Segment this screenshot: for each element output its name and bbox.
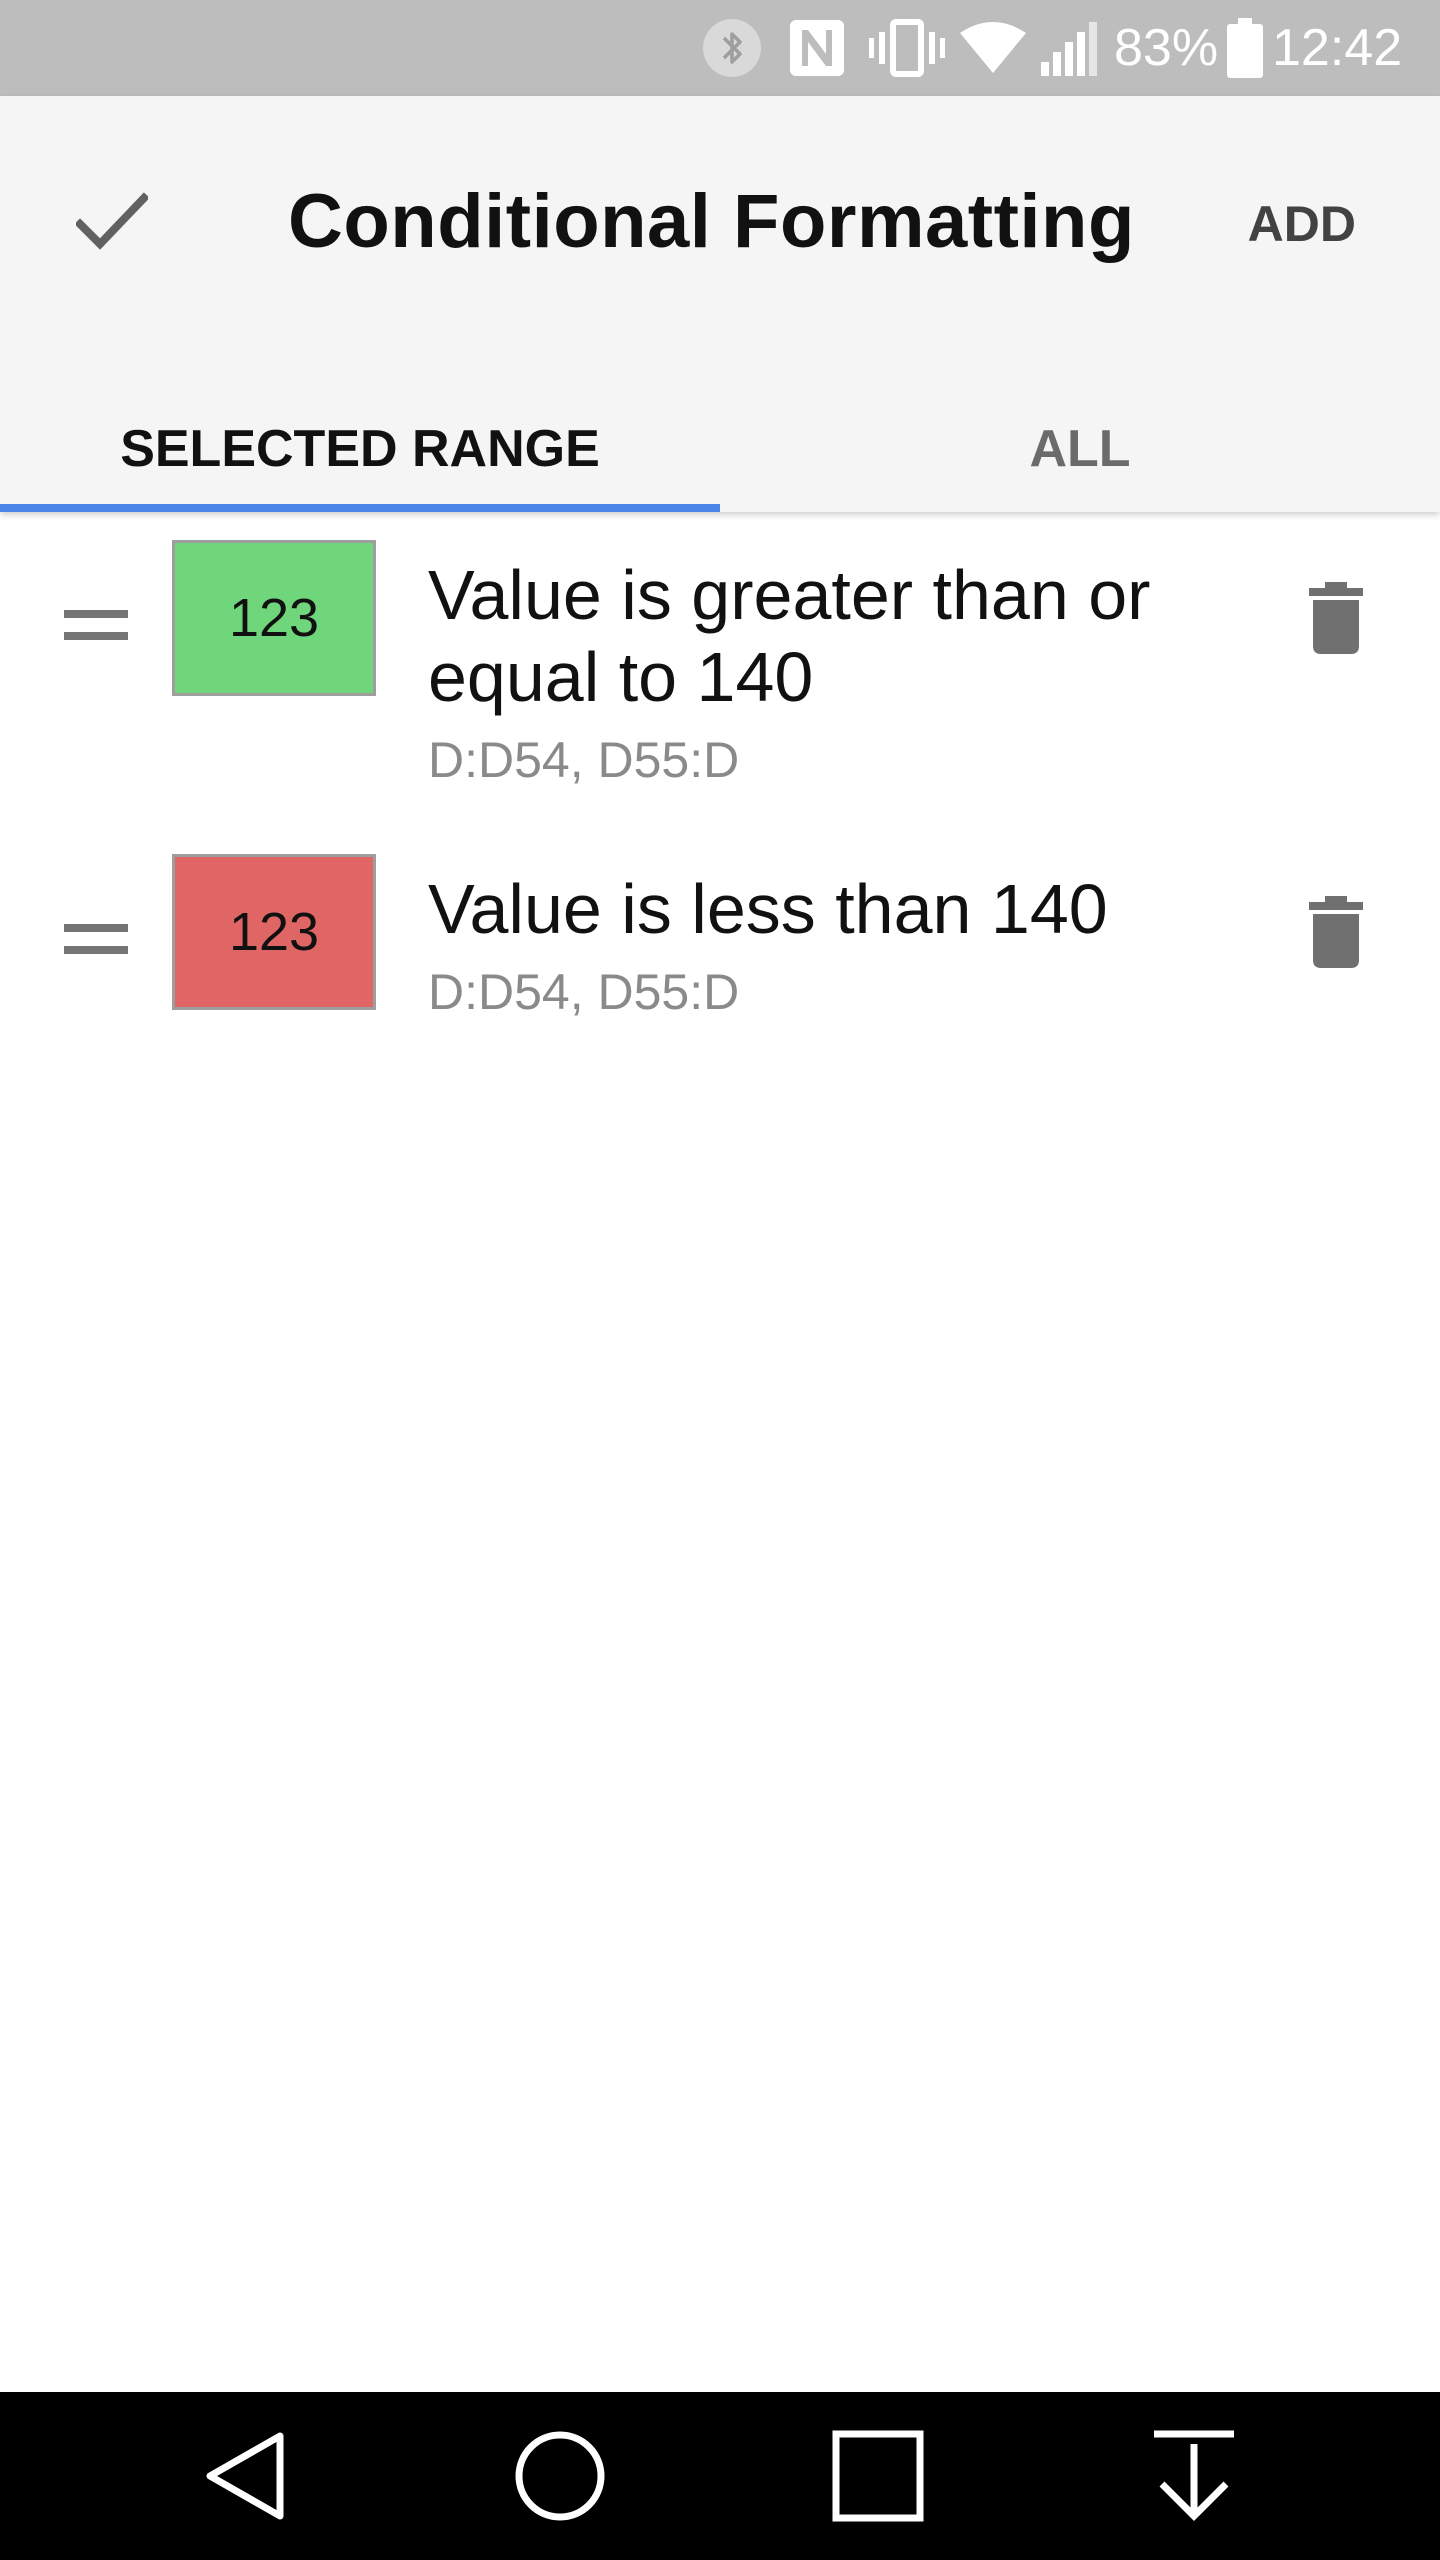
rule-condition: Value is greater than or equal to 140 [428, 556, 1151, 716]
bluetooth-icon [700, 0, 764, 96]
home-button[interactable] [496, 2412, 624, 2540]
check-icon [76, 192, 148, 250]
recents-icon [832, 2430, 924, 2522]
screen: 83% 12:42 Conditional Formatting ADD SEL… [0, 0, 1440, 2560]
battery-icon [1226, 0, 1264, 96]
list-item[interactable]: 123 Value is less than 140 D:D54, D55:D [0, 854, 1440, 1054]
nfc-icon [786, 0, 848, 96]
tab-bar: SELECTED RANGE ALL [0, 386, 1440, 512]
delete-button[interactable] [1290, 882, 1382, 982]
drag-handle-icon[interactable] [58, 596, 134, 656]
rule-condition: Value is less than 140 [428, 870, 1108, 948]
back-button[interactable] [180, 2412, 308, 2540]
tab-all[interactable]: ALL [720, 386, 1440, 512]
notification-pull-button[interactable] [1130, 2412, 1258, 2540]
recents-button[interactable] [814, 2412, 942, 2540]
back-icon [206, 2432, 284, 2520]
rule-range: D:D54, D55:D [428, 964, 740, 1020]
trash-icon [1309, 582, 1363, 654]
swatch-preview-text: 123 [228, 588, 320, 648]
list-item[interactable]: 123 Value is greater than or equal to 14… [0, 540, 1440, 810]
battery-percent: 83% [1114, 19, 1219, 77]
format-swatch[interactable]: 123 [172, 540, 376, 696]
wifi-icon [960, 0, 1026, 96]
format-swatch[interactable]: 123 [172, 854, 376, 1010]
done-button[interactable] [56, 166, 168, 278]
rule-range: D:D54, D55:D [428, 732, 740, 788]
clock: 12:42 [1272, 19, 1403, 77]
delete-button[interactable] [1290, 568, 1382, 668]
rule-text: Value is greater than or equal to 140 D:… [428, 554, 1208, 790]
active-tab-indicator [0, 504, 720, 512]
trash-icon [1309, 896, 1363, 968]
notification-pull-icon [1154, 2430, 1234, 2521]
signal-icon [1040, 0, 1098, 96]
add-rule-button[interactable]: ADD [1248, 176, 1356, 272]
vibrate-icon [868, 0, 946, 96]
rule-text: Value is less than 140 D:D54, D55:D [428, 868, 1208, 1022]
status-bar: 83% 12:42 [0, 0, 1440, 96]
drag-handle-icon[interactable] [58, 910, 134, 970]
tab-selected-range[interactable]: SELECTED RANGE [0, 386, 720, 512]
navigation-bar [0, 2392, 1440, 2560]
home-icon [515, 2431, 605, 2521]
page-title: Conditional Formatting [288, 179, 1135, 264]
app-bar: Conditional Formatting ADD SELECTED RANG… [0, 96, 1440, 512]
swatch-preview-text: 123 [228, 902, 320, 962]
